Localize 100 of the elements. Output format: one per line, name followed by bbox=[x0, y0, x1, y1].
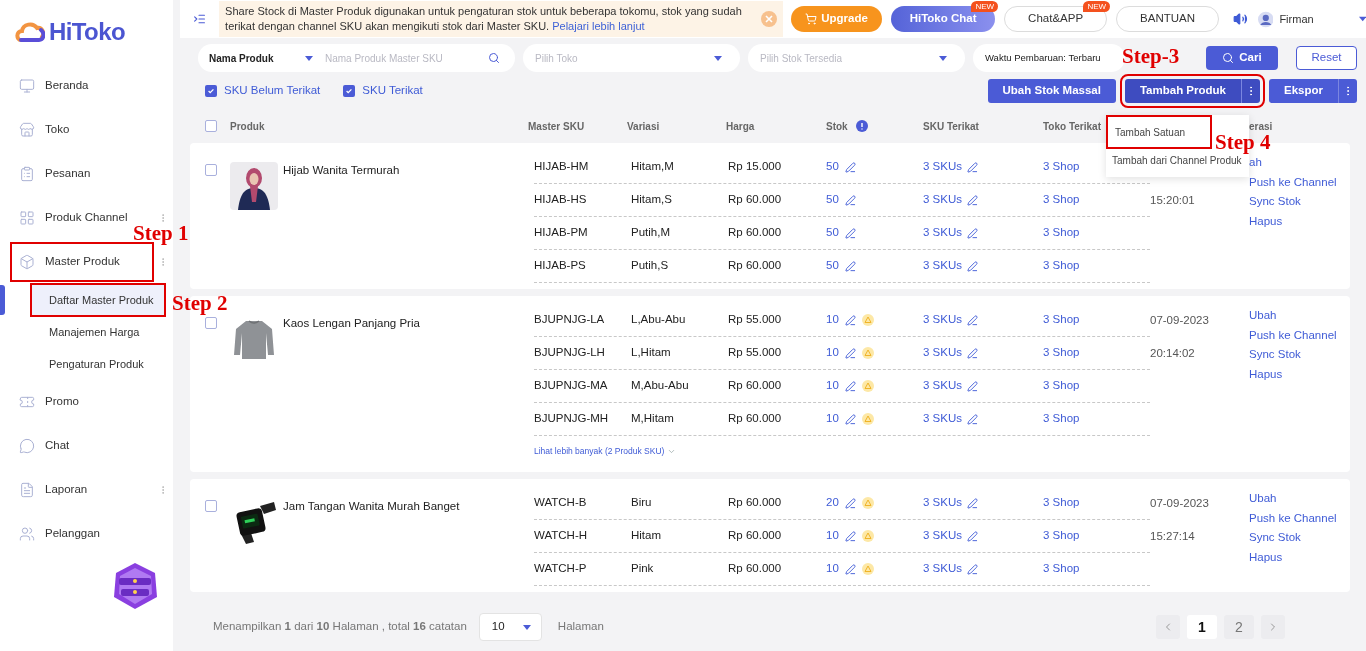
sidebar-item[interactable]: Chat bbox=[12, 428, 74, 464]
action-link[interactable]: Ubah bbox=[1249, 489, 1277, 509]
stock-link[interactable]: 50 bbox=[826, 257, 839, 275]
avatar-icon[interactable] bbox=[1257, 9, 1274, 29]
sidebar-item[interactable]: Pesanan bbox=[12, 156, 95, 192]
pencil-icon[interactable] bbox=[967, 563, 978, 575]
pencil-icon[interactable] bbox=[844, 347, 856, 359]
speaker-icon[interactable] bbox=[1233, 10, 1248, 28]
menu-item[interactable]: Tambah Satuan bbox=[1109, 118, 1209, 146]
page-button[interactable]: 2 bbox=[1224, 615, 1254, 639]
linked-sku-link[interactable]: 3 SKUs bbox=[923, 560, 962, 578]
action-link[interactable]: Sync Stok bbox=[1249, 192, 1301, 212]
checkbox-label[interactable]: SKU Terikat bbox=[362, 82, 423, 100]
pencil-icon[interactable] bbox=[967, 194, 978, 206]
pencil-icon[interactable] bbox=[844, 497, 856, 509]
submenu-item[interactable]: Daftar Master Produk bbox=[32, 285, 164, 315]
checkbox[interactable] bbox=[205, 85, 217, 97]
pencil-icon[interactable] bbox=[967, 497, 978, 509]
stock-link[interactable]: 10 bbox=[826, 560, 839, 578]
page-size-select[interactable]: 10 bbox=[478, 613, 542, 641]
pencil-icon[interactable] bbox=[844, 563, 856, 575]
action-link[interactable]: Sync Stok bbox=[1249, 345, 1301, 365]
checkbox-label[interactable]: SKU Belum Terikat bbox=[224, 82, 321, 100]
header-button[interactable]: BANTUAN bbox=[1116, 6, 1220, 32]
stock-link[interactable]: 50 bbox=[826, 224, 839, 242]
caret-icon[interactable] bbox=[1358, 16, 1366, 22]
checkbox[interactable] bbox=[205, 164, 217, 176]
shop-link[interactable]: 3 Shop bbox=[1043, 412, 1080, 425]
checkbox[interactable] bbox=[205, 317, 217, 329]
pencil-icon[interactable] bbox=[967, 530, 978, 542]
linked-sku-link[interactable]: 3 SKUs bbox=[923, 257, 962, 275]
pencil-icon[interactable] bbox=[844, 161, 856, 173]
linked-sku-link[interactable]: 3 SKUs bbox=[923, 527, 962, 545]
sidebar-item[interactable]: Beranda bbox=[12, 68, 93, 104]
linked-sku-link[interactable]: 3 SKUs bbox=[923, 377, 962, 395]
action-button[interactable]: Ekspor bbox=[1269, 79, 1357, 103]
pencil-icon[interactable] bbox=[844, 314, 856, 326]
pencil-icon[interactable] bbox=[844, 194, 856, 206]
info-icon[interactable] bbox=[855, 120, 868, 132]
pencil-icon[interactable] bbox=[844, 530, 856, 542]
page-button[interactable]: 1 bbox=[1187, 615, 1217, 639]
shop-link[interactable]: 3 Shop bbox=[1043, 346, 1080, 359]
action-link[interactable]: Hapus bbox=[1249, 364, 1283, 384]
stock-link[interactable]: 10 bbox=[826, 344, 839, 362]
stock-link[interactable]: 10 bbox=[826, 311, 839, 329]
linked-sku-link[interactable]: 3 SKUs bbox=[923, 311, 962, 329]
search-input[interactable]: Nama Produk Master SKU bbox=[325, 50, 485, 66]
linked-sku-link[interactable]: 3 SKUs bbox=[923, 158, 962, 176]
sidebar-item[interactable]: Produk Channel bbox=[12, 200, 132, 236]
action-link[interactable]: Ubah bbox=[1249, 306, 1277, 326]
show-more-link[interactable]: Lihat lebih banyak (2 Produk SKU) bbox=[534, 444, 677, 458]
pencil-icon[interactable] bbox=[967, 314, 978, 326]
action-button[interactable]: Ubah Stok Massal bbox=[987, 79, 1116, 103]
shop-link[interactable]: 3 Shop bbox=[1043, 160, 1080, 173]
sidebar-item[interactable]: Master Produk bbox=[12, 244, 152, 280]
shop-link[interactable]: 3 Shop bbox=[1043, 226, 1080, 239]
submenu-item[interactable]: Pengaturan Produk bbox=[32, 349, 164, 379]
reset-button[interactable]: Reset bbox=[1296, 46, 1357, 70]
pencil-icon[interactable] bbox=[844, 413, 856, 425]
checkbox[interactable] bbox=[343, 85, 356, 97]
product-name[interactable]: Kaos Lengan Panjang Pria bbox=[283, 315, 420, 333]
pencil-icon[interactable] bbox=[967, 380, 978, 392]
stock-link[interactable]: 10 bbox=[826, 527, 839, 545]
shop-link[interactable]: 3 Shop bbox=[1043, 562, 1080, 575]
pencil-icon[interactable] bbox=[844, 380, 856, 392]
action-link[interactable]: Hapus bbox=[1249, 211, 1283, 231]
search-field[interactable]: Nama Produk Nama Produk Master SKU bbox=[198, 44, 515, 72]
pencil-icon[interactable] bbox=[844, 260, 856, 272]
shop-link[interactable]: 3 Shop bbox=[1043, 313, 1080, 326]
linked-sku-link[interactable]: 3 SKUs bbox=[923, 344, 962, 362]
action-link[interactable]: Sync Stok bbox=[1249, 528, 1301, 548]
pencil-icon[interactable] bbox=[967, 161, 978, 173]
stock-link[interactable]: 10 bbox=[826, 377, 839, 395]
linked-sku-link[interactable]: 3 SKUs bbox=[923, 494, 962, 512]
learn-more-link[interactable]: Pelajari lebih lanjut bbox=[552, 20, 645, 32]
shop-link[interactable]: 3 Shop bbox=[1043, 529, 1080, 542]
pencil-icon[interactable] bbox=[967, 347, 978, 359]
pencil-icon[interactable] bbox=[967, 227, 978, 239]
product-name[interactable]: Hijab Wanita Termurah bbox=[283, 162, 400, 180]
search-icon[interactable] bbox=[488, 52, 500, 64]
stock-link[interactable]: 50 bbox=[826, 191, 839, 209]
pencil-icon[interactable] bbox=[967, 260, 978, 272]
sidebar-item[interactable]: Pelanggan bbox=[12, 516, 104, 552]
shop-link[interactable]: 3 Shop bbox=[1043, 496, 1080, 509]
linked-sku-link[interactable]: 3 SKUs bbox=[923, 410, 962, 428]
action-link[interactable]: Push ke Channel bbox=[1249, 325, 1337, 345]
action-link[interactable]: Push ke Channel bbox=[1249, 508, 1337, 528]
linked-sku-link[interactable]: 3 SKUs bbox=[923, 191, 962, 209]
submenu-item[interactable]: Manajemen Harga bbox=[32, 317, 164, 347]
checkbox[interactable] bbox=[205, 500, 217, 512]
action-link[interactable]: ah bbox=[1249, 153, 1262, 173]
stock-link[interactable]: 10 bbox=[826, 410, 839, 428]
sidebar-item[interactable]: Laporan bbox=[12, 472, 92, 508]
search-button[interactable]: Cari bbox=[1206, 46, 1278, 70]
pencil-icon[interactable] bbox=[967, 413, 978, 425]
shop-link[interactable]: 3 Shop bbox=[1043, 259, 1080, 272]
shop-link[interactable]: 3 Shop bbox=[1043, 379, 1080, 392]
product-name[interactable]: Jam Tangan Wanita Murah Banget bbox=[283, 498, 460, 516]
stock-link[interactable]: 50 bbox=[826, 158, 839, 176]
checkbox[interactable] bbox=[205, 120, 217, 132]
